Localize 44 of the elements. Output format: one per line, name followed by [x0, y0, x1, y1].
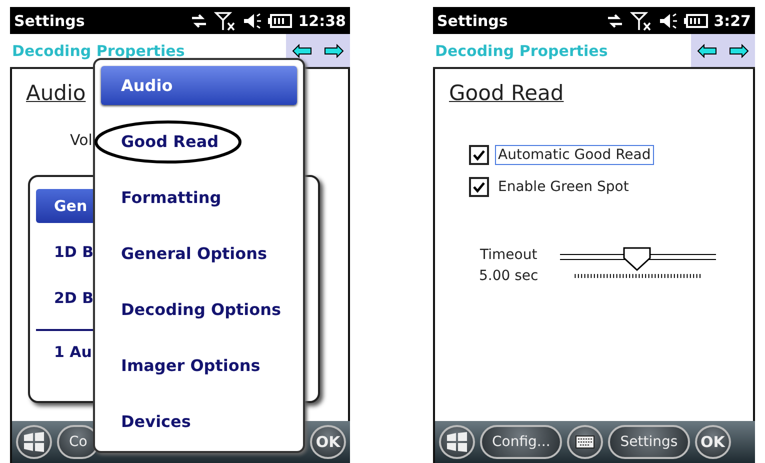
keyboard-icon	[575, 435, 596, 449]
check-icon	[472, 181, 486, 193]
section-heading: Audio	[26, 81, 86, 105]
checkbox[interactable]	[469, 145, 489, 165]
tick-marks-icon	[574, 273, 702, 279]
ok-button[interactable]: OK	[310, 425, 346, 459]
speaker-muted-icon	[242, 12, 262, 30]
data-transfer-icon	[606, 12, 624, 28]
menu-item[interactable]: Audio	[101, 66, 297, 105]
checkbox[interactable]	[469, 177, 489, 197]
slider-thumb[interactable]	[622, 247, 651, 271]
forward-arrow-icon[interactable]	[324, 44, 344, 58]
windows-flag-icon	[23, 432, 45, 452]
no-signal-icon	[214, 10, 236, 30]
checkbox-label[interactable]: Automatic Good Read	[495, 145, 654, 165]
section-heading: Good Read	[449, 81, 564, 105]
taskbar-button[interactable]: Settings	[608, 425, 690, 459]
start-button[interactable]	[439, 425, 475, 459]
keyboard-button[interactable]	[567, 425, 604, 459]
battery-icon	[268, 14, 292, 28]
windows-flag-icon	[446, 432, 468, 452]
clock-time: 3:27	[714, 12, 751, 30]
back-arrow-icon[interactable]	[697, 44, 717, 58]
back-arrow-icon[interactable]	[292, 44, 312, 58]
ok-button[interactable]: OK	[694, 425, 731, 459]
forward-arrow-icon[interactable]	[729, 44, 749, 58]
clock-time: 12:38	[298, 12, 346, 30]
slider-reading: 5.00 sec	[479, 268, 538, 284]
taskbar-button[interactable]: Config...	[480, 425, 562, 459]
battery-icon	[684, 14, 708, 28]
status-title: Settings	[437, 12, 509, 30]
no-signal-icon	[630, 10, 652, 30]
menu-item[interactable]: Good Read	[101, 122, 297, 161]
page-title: Decoding Properties	[11, 42, 186, 60]
speaker-muted-icon	[658, 12, 678, 30]
menu-item[interactable]: Devices	[101, 402, 297, 441]
slider-label: Timeout	[480, 247, 538, 263]
status-title: Settings	[14, 12, 86, 30]
page-title: Decoding Properties	[434, 42, 609, 60]
data-transfer-icon	[190, 12, 208, 28]
field-label: Vol	[70, 131, 92, 149]
checkbox-label[interactable]: Enable Green Spot	[495, 177, 632, 197]
check-icon	[472, 149, 486, 161]
start-button[interactable]	[16, 425, 52, 459]
